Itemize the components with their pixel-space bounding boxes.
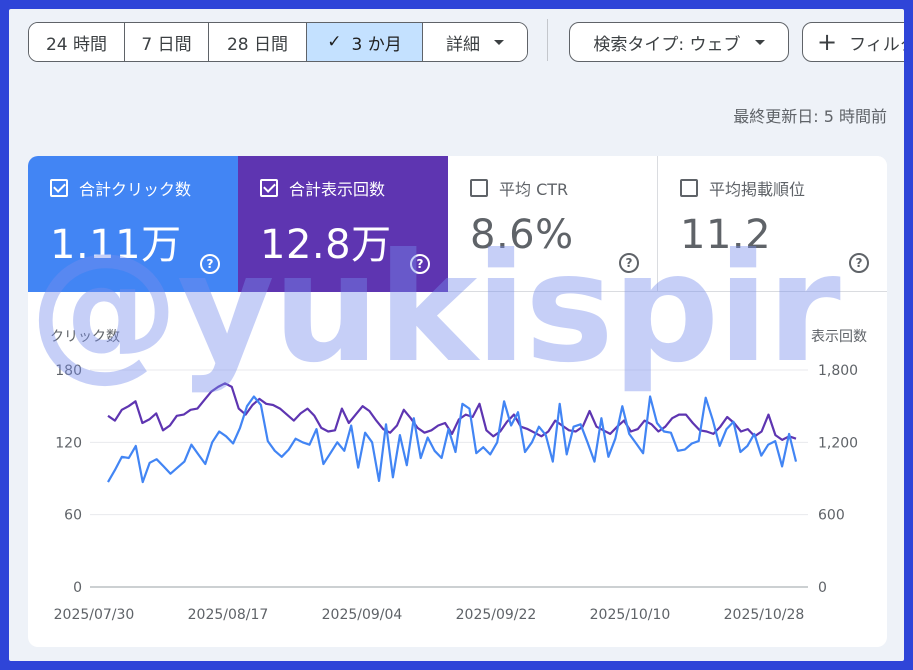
right-y-tick-label: 0 bbox=[818, 580, 827, 596]
range-7d-button[interactable]: 7 日間 bbox=[125, 23, 209, 61]
metric-header: 合計クリック数 bbox=[50, 176, 238, 200]
toolbar-divider bbox=[547, 19, 548, 61]
range-3m-label: 3 か月 bbox=[351, 34, 402, 55]
x-tick-label: 2025/10/10 bbox=[590, 607, 671, 623]
right-y-tick-label: 600 bbox=[818, 508, 845, 524]
add-filter-button[interactable]: + フィルタ bbox=[802, 22, 904, 62]
range-24h-button[interactable]: 24 時間 bbox=[29, 23, 125, 61]
check-icon: ✓ bbox=[327, 32, 342, 52]
help-icon[interactable]: ? bbox=[619, 253, 639, 273]
search-type-dropdown[interactable]: 検索タイプ: ウェブ bbox=[569, 22, 789, 62]
dropdown-caret-icon bbox=[754, 39, 765, 45]
left-y-tick-label: 0 bbox=[73, 580, 82, 596]
impressions-series-line bbox=[107, 382, 797, 441]
metric-header: 平均掲載順位 bbox=[680, 176, 887, 200]
add-filter-label: フィルタ bbox=[849, 34, 904, 55]
left-y-tick-label: 60 bbox=[64, 508, 82, 524]
metric-value: 8.6% bbox=[470, 212, 574, 258]
metric-label: 合計表示回数 bbox=[289, 180, 386, 199]
metric-total-clicks[interactable]: 合計クリック数 1.11万 ? bbox=[28, 156, 238, 292]
help-icon[interactable]: ? bbox=[410, 254, 430, 274]
performance-chart: クリック数 表示回数 180 1,800 120 1,200 60 600 0 0 2025/0… bbox=[28, 292, 887, 647]
left-axis-title: クリック数 bbox=[50, 329, 120, 345]
range-28d-button[interactable]: 28 日間 bbox=[209, 23, 307, 61]
x-tick-label: 2025/09/22 bbox=[456, 607, 537, 623]
metric-average-position[interactable]: 平均掲載順位 11.2 ? bbox=[658, 156, 887, 292]
right-y-tick-label: 1,800 bbox=[818, 363, 858, 379]
x-tick-label: 2025/07/30 bbox=[54, 607, 135, 623]
search-type-label: 検索タイプ: ウェブ bbox=[593, 34, 741, 55]
help-icon[interactable]: ? bbox=[200, 254, 220, 274]
range-24h-label: 24 時間 bbox=[45, 34, 108, 55]
help-icon[interactable]: ? bbox=[849, 253, 869, 273]
metric-label: 合計クリック数 bbox=[79, 180, 192, 199]
dropdown-caret-icon bbox=[494, 39, 504, 45]
metric-average-ctr[interactable]: 平均 CTR 8.6% ? bbox=[448, 156, 658, 292]
left-y-tick-label: 120 bbox=[55, 435, 82, 451]
range-3m-button[interactable]: ✓ 3 か月 bbox=[307, 23, 423, 61]
metric-label: 平均掲載順位 bbox=[709, 180, 806, 199]
date-range-toolbar: 24 時間 7 日間 28 日間 ✓ 3 か月 詳細 bbox=[28, 22, 528, 62]
range-28d-label: 28 日間 bbox=[226, 34, 289, 55]
metric-value: 11.2 bbox=[680, 212, 772, 258]
date-range-segmented-control: 24 時間 7 日間 28 日間 ✓ 3 か月 詳細 bbox=[28, 22, 528, 62]
metric-total-impressions[interactable]: 合計表示回数 12.8万 ? bbox=[238, 156, 448, 292]
x-tick-label: 2025/08/17 bbox=[188, 607, 269, 623]
metric-label: 平均 CTR bbox=[499, 180, 569, 199]
checkbox-checked-icon[interactable] bbox=[50, 179, 68, 197]
checkbox-unchecked-icon[interactable] bbox=[470, 179, 488, 197]
x-tick-label: 2025/10/28 bbox=[724, 607, 805, 623]
plus-icon: + bbox=[817, 28, 838, 56]
checkbox-checked-icon[interactable] bbox=[260, 179, 278, 197]
search-console-panel: 24 時間 7 日間 28 日間 ✓ 3 か月 詳細 検索タイプ: ウェブ + … bbox=[9, 9, 904, 661]
metric-header: 平均 CTR bbox=[470, 176, 657, 200]
right-y-tick-label: 1,200 bbox=[818, 435, 858, 451]
checkbox-unchecked-icon[interactable] bbox=[680, 179, 698, 197]
range-7d-label: 7 日間 bbox=[141, 34, 192, 55]
left-y-tick-label: 180 bbox=[55, 363, 82, 379]
range-custom-button[interactable]: 詳細 bbox=[423, 23, 527, 61]
line-chart-svg: 180 1,800 120 1,200 60 600 0 0 2025/07/30 2025/08… bbox=[54, 363, 858, 623]
last-updated-text: 最終更新日: 5 時間前 bbox=[733, 107, 887, 126]
metric-header: 合計表示回数 bbox=[260, 176, 448, 200]
range-custom-label: 詳細 bbox=[446, 34, 480, 55]
clicks-series-line bbox=[107, 395, 798, 484]
right-axis-title: 表示回数 bbox=[811, 329, 867, 345]
performance-card: 合計クリック数 1.11万 ? 合計表示回数 12.8万 ? 平均 CTR 8.… bbox=[28, 156, 887, 647]
x-tick-label: 2025/09/04 bbox=[322, 607, 403, 623]
